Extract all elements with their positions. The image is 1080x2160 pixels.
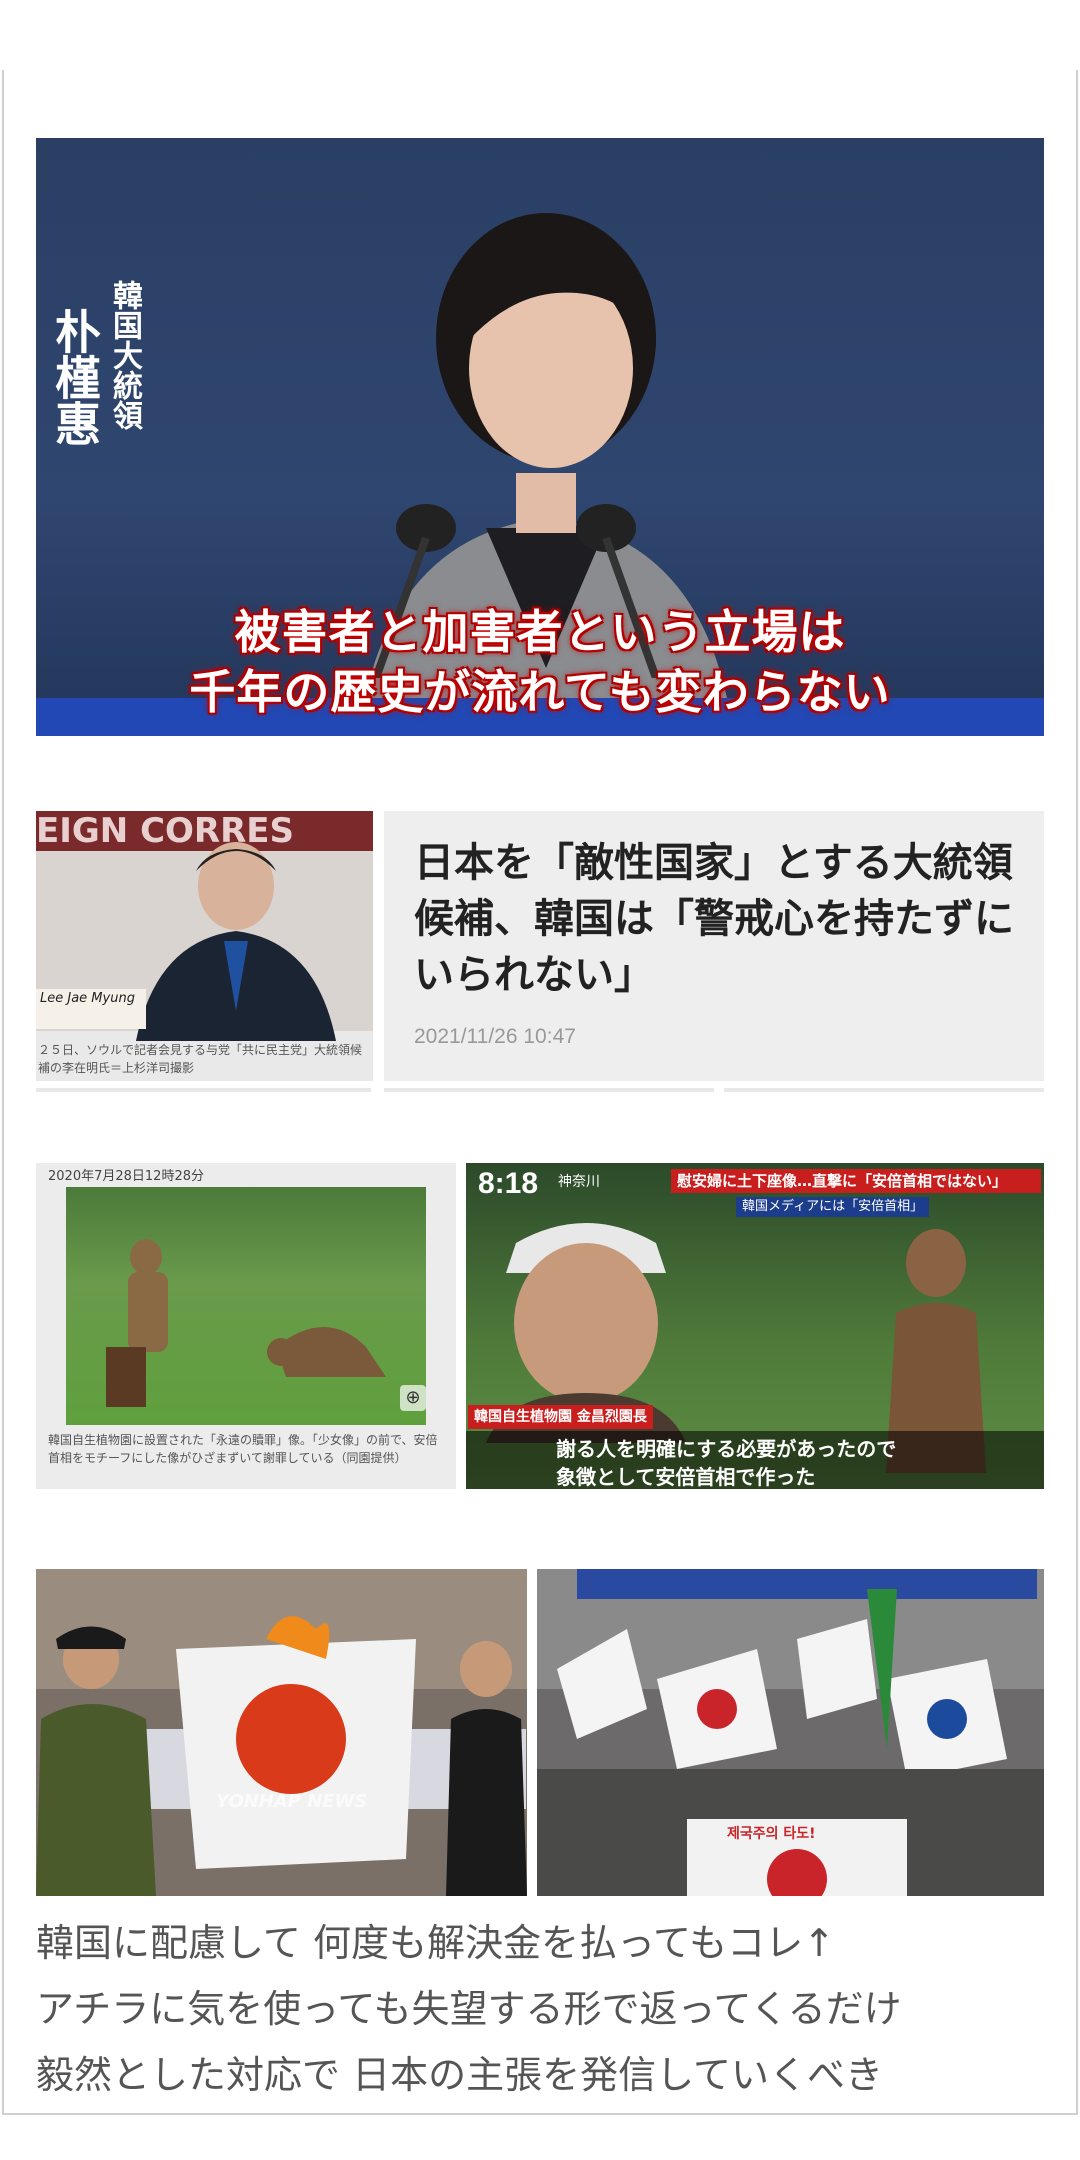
photo-caption: ２５日、ソウルで記者会見する与党「共に民主党」大統領候補の李在明氏＝上杉洋司撮影 — [38, 1043, 363, 1075]
zoom-icon[interactable]: ⊕ — [400, 1385, 426, 1411]
main-news-image[interactable]: 朴槿惠 韓国大統領 被害者と加害者という立場は 千年の歴史が流れても変わらない — [36, 138, 1044, 736]
tv-name-tag: 韓国自生植物園 金昌烈園長 — [468, 1405, 653, 1429]
garden-scene — [66, 1187, 426, 1425]
article-date: 2021/11/26 10:47 — [414, 1025, 576, 1048]
tv-caption-line1: 謝る人を明確にする必要があったので — [556, 1437, 897, 1461]
banner-text: 제국주의 타도! — [727, 1826, 816, 1842]
article-thumbnail[interactable]: EIGN CORRES Lee Jae Myung ２５日、ソウルで記者会見する… — [36, 811, 373, 1081]
protester-right — [446, 1641, 527, 1896]
tv-clock: 8:18 — [478, 1167, 539, 1200]
photo-date: 2020年7月28日12時28分 — [48, 1169, 204, 1184]
photo-caption: 韓国自生植物園に設置された「永遠の贖罪」像。「少女像」の前で、安倍首相をモチーフ… — [48, 1433, 438, 1465]
protester-left — [36, 1626, 156, 1896]
comment-line2: アチラに気を使っても失望する形で返ってくるだけ — [36, 1987, 902, 2031]
tv-location: 神奈川 — [558, 1174, 600, 1190]
article-card[interactable]: 日本を「敵性国家」とする大統領候補、韓国は「警戒心を持たずにいられない」 202… — [384, 811, 1044, 1081]
tv-subhead: 韓国メディアには「安倍首相」 — [736, 1197, 930, 1217]
statues — [106, 1239, 386, 1407]
watermark: YONHAP NEWS — [216, 1791, 368, 1812]
statue-photo[interactable]: 2020年7月28日12時28分 ⊕ 韓国自生植物園に設置された「永遠の贖罪」像… — [36, 1163, 456, 1489]
comment-line1: 韓国に配慮して 何度も解決金を払ってもコレ↑ — [36, 1921, 835, 1965]
divider — [384, 1088, 714, 1092]
divider — [724, 1088, 1044, 1092]
tv-news-screenshot[interactable]: 8:18 神奈川 慰安婦に土下座像…直撃に「安倍首相ではない」 韓国メディアには… — [466, 1163, 1044, 1489]
title-label: 韓国大統領 — [107, 280, 142, 430]
quote-caption-line2: 千年の歴史が流れても変わらない — [189, 665, 891, 719]
tv-caption-line2: 象徴として安倍首相で作った — [556, 1465, 816, 1489]
comment-line3: 毅然とした対応で 日本の主張を発信していくべき — [36, 2053, 883, 2097]
name-label: 朴槿惠 — [48, 308, 102, 446]
tv-headline: 慰安婦に土下座像…直撃に「安倍首相ではない」 — [671, 1169, 1041, 1193]
burning-flag — [176, 1616, 416, 1869]
quote-caption-line1: 被害者と加害者という立場は — [234, 605, 846, 659]
nameplate: Lee Jae Myung — [36, 989, 146, 1029]
divider — [36, 1088, 371, 1092]
flag-burning-photo[interactable]: YONHAP NEWS — [36, 1569, 527, 1896]
japan-flag-banner: 제국주의 타도! — [687, 1819, 907, 1896]
article-headline[interactable]: 日本を「敵性国家」とする大統領候補、韓国は「警戒心を持たずにいられない」 — [414, 835, 1024, 1003]
protest-march-photo[interactable]: 제국주의 타도! — [537, 1569, 1044, 1896]
